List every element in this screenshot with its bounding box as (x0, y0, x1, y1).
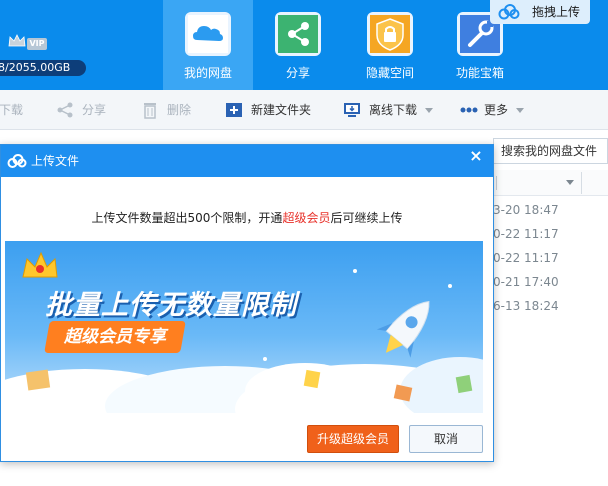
cancel-button[interactable]: 取消 (409, 425, 483, 453)
more-button[interactable]: 更多 (460, 90, 525, 130)
tab-share[interactable]: 分享 (253, 0, 343, 90)
offline-download-button[interactable]: 离线下载 (343, 90, 434, 130)
dialog-title: 上传文件 (31, 154, 80, 168)
search-input[interactable]: 搜索我的网盘文件 (493, 138, 608, 164)
file-date: 6-13 18:24 (493, 299, 559, 313)
new-folder-button[interactable]: 新建文件夹 (225, 90, 311, 130)
crown-icon (8, 34, 26, 47)
toolbar: 下载 分享 删除 新建文件夹 离线下载 更多 (0, 90, 608, 130)
chevron-down-icon (516, 108, 525, 113)
super-member-link[interactable]: 超级会员 (282, 211, 330, 225)
close-icon[interactable]: × (468, 148, 484, 164)
column-separator (496, 176, 497, 190)
vip-badge: VIP (27, 38, 47, 50)
file-date: 0-22 11:17 (493, 227, 559, 241)
new-folder-icon (226, 103, 242, 117)
file-date: 0-21 17:40 (493, 275, 559, 289)
lock-icon (367, 12, 413, 56)
top-header: VIP 8/2055.00GB 我的网盘 分享 隐藏空间 功能宝箱 拖拽上传 (0, 0, 608, 90)
upgrade-super-member-button[interactable]: 升级超级会员 (307, 425, 399, 453)
dialog-header: 上传文件 (1, 145, 493, 177)
tab-hidden-space[interactable]: 隐藏空间 (345, 0, 435, 90)
banner-title: 批量上传无数量限制 (45, 290, 297, 321)
tab-my-drive[interactable]: 我的网盘 (163, 0, 253, 90)
download-button[interactable]: 下载 (0, 90, 23, 130)
cloud-drive-icon (185, 12, 231, 56)
trash-icon (144, 103, 156, 119)
limit-message: 上传文件数量超出500个限制，开通超级会员后可继续上传 (91, 211, 403, 225)
storage-usage: 8/2055.00GB (0, 60, 86, 76)
drag-upload-label: 拖拽上传 (532, 5, 581, 19)
more-dots-icon (460, 107, 478, 113)
drag-upload-button[interactable]: 拖拽上传 (490, 0, 590, 24)
share-icon (57, 102, 73, 118)
column-divider (581, 172, 582, 194)
share-button[interactable]: 分享 (56, 90, 106, 130)
chevron-down-icon (425, 108, 434, 113)
offline-download-icon (344, 103, 360, 117)
cloud-logo-icon (7, 154, 27, 168)
delete-button[interactable]: 删除 (141, 90, 191, 130)
column-header[interactable] (493, 170, 608, 196)
share-icon (275, 12, 321, 56)
sort-caret-icon[interactable] (566, 180, 574, 185)
file-date: 3-20 18:47 (493, 203, 559, 217)
upload-dialog: 上传文件 上传文件数量超出500个限制，开通超级会员后可继续上传 批量上传无数量… (0, 144, 494, 462)
file-date: 0-22 11:17 (493, 251, 559, 265)
banner-tag: 超级会员专享 (44, 321, 186, 353)
promo-banner[interactable]: 批量上传无数量限制 超级会员专享 (5, 241, 483, 413)
cloud-logo-icon (498, 4, 520, 20)
